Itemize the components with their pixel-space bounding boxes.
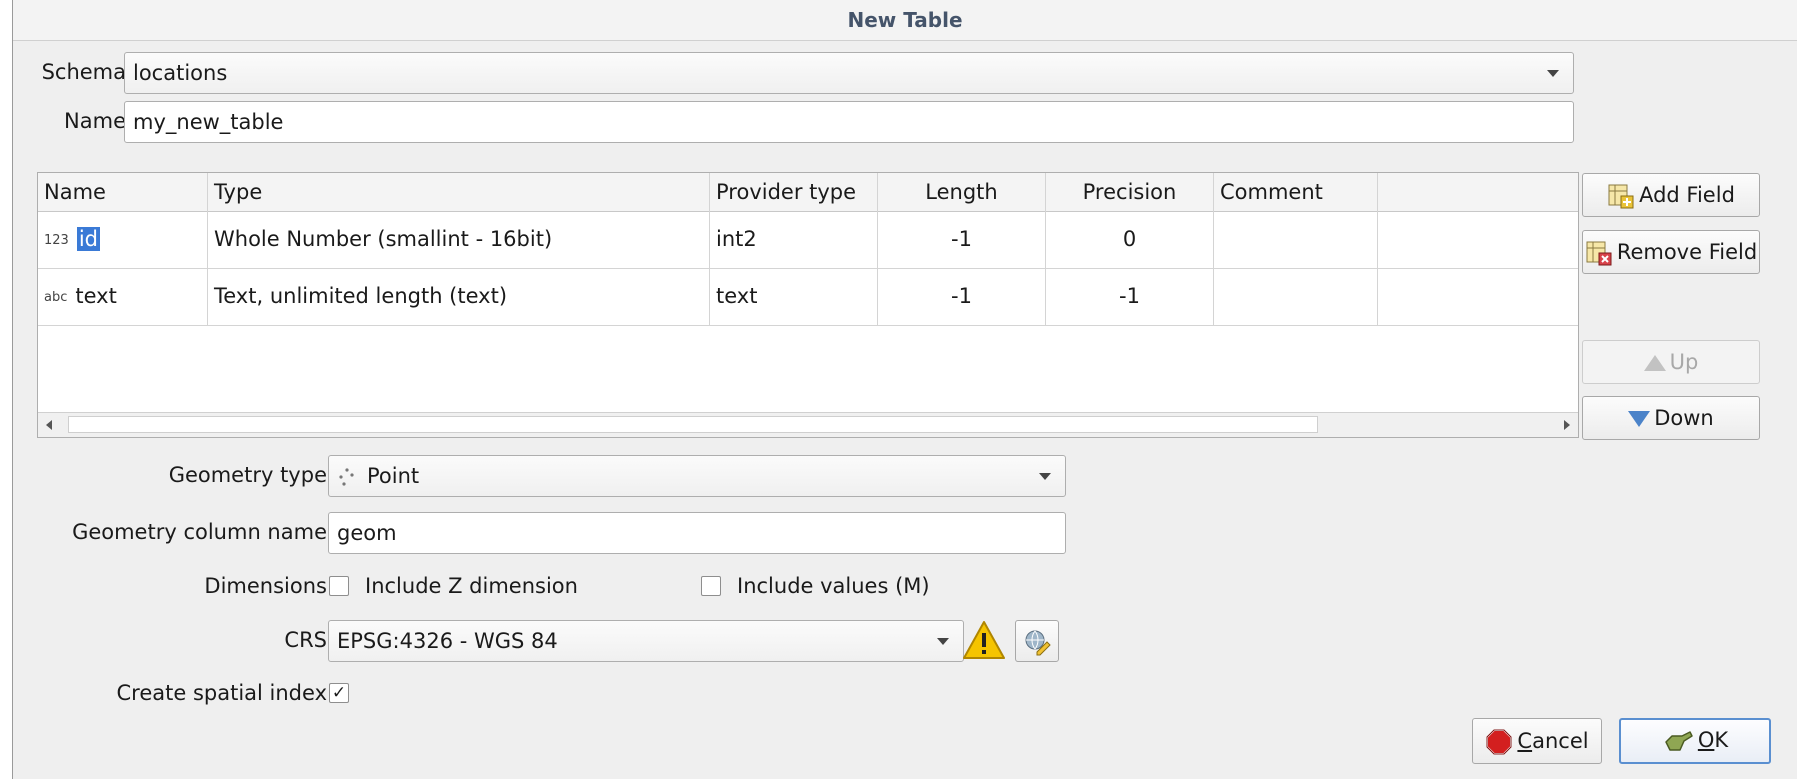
- remove-field-icon: [1586, 241, 1612, 266]
- field-type-cell[interactable]: Text, unlimited length (text): [208, 268, 710, 325]
- include-m-label[interactable]: Include values (M): [737, 566, 930, 606]
- header-type[interactable]: Type: [208, 173, 710, 211]
- down-label: Down: [1654, 406, 1714, 430]
- stop-icon: [1486, 729, 1513, 755]
- window-title: New Table: [13, 0, 1797, 41]
- comment-cell[interactable]: [1214, 211, 1378, 268]
- crs-value: EPSG:4326 - WGS 84: [337, 629, 558, 653]
- add-field-button[interactable]: Add Field: [1582, 173, 1760, 217]
- chevron-down-icon: [937, 638, 949, 645]
- triangle-up-icon: [1643, 355, 1666, 371]
- warning-icon: [963, 621, 1005, 659]
- field-name-value: id: [76, 227, 100, 251]
- provider-type-cell[interactable]: text: [710, 268, 878, 325]
- table-row[interactable]: abc text Text, unlimited length (text) te…: [38, 268, 1578, 326]
- add-field-icon: [1608, 184, 1634, 209]
- dimensions-label: Dimensions: [204, 574, 327, 598]
- include-z-checkbox[interactable]: [329, 576, 349, 596]
- precision-cell[interactable]: -1: [1046, 268, 1214, 325]
- new-table-dialog: New Table Schema locations Name my_new_t…: [12, 0, 1797, 779]
- scroll-right-icon[interactable]: [1564, 420, 1570, 430]
- geometry-column-value: geom: [337, 521, 397, 545]
- geometry-column-input[interactable]: geom: [328, 512, 1066, 554]
- name-label: Name: [64, 109, 126, 133]
- schema-value: locations: [133, 61, 228, 85]
- spatial-index-checkbox[interactable]: ✓: [329, 683, 349, 703]
- field-name-cell[interactable]: abc text: [38, 268, 208, 325]
- down-button[interactable]: Down: [1582, 396, 1760, 440]
- chevron-down-icon: [1039, 473, 1051, 480]
- header-name[interactable]: Name: [38, 173, 208, 211]
- geometry-type-combo[interactable]: Point: [328, 455, 1066, 497]
- remove-field-button[interactable]: Remove Field: [1582, 230, 1760, 274]
- header-length[interactable]: Length: [878, 173, 1046, 211]
- field-name-value: text: [75, 284, 117, 308]
- length-cell[interactable]: -1: [878, 211, 1046, 268]
- length-cell[interactable]: -1: [878, 268, 1046, 325]
- precision-cell[interactable]: 0: [1046, 211, 1214, 268]
- chevron-down-icon: [1547, 70, 1559, 77]
- integer-type-icon: 123: [44, 232, 69, 248]
- comment-cell[interactable]: [1214, 268, 1378, 325]
- globe-icon: [1025, 630, 1051, 656]
- provider-type-cell[interactable]: int2: [710, 211, 878, 268]
- scroll-left-icon[interactable]: [46, 420, 52, 430]
- ok-button[interactable]: OK: [1619, 718, 1771, 764]
- scrollbar-thumb[interactable]: [68, 416, 1318, 433]
- name-value: my_new_table: [133, 110, 284, 134]
- schema-combo[interactable]: locations: [124, 52, 1574, 94]
- field-type-cell[interactable]: Whole Number (smallint - 16bit): [208, 211, 710, 268]
- geometry-type-label: Geometry type: [168, 463, 327, 487]
- remove-field-label: Remove Field: [1616, 240, 1758, 264]
- ok-label: K: [1714, 728, 1729, 752]
- include-m-checkbox[interactable]: [701, 576, 721, 596]
- ok-mnemonic: O: [1697, 728, 1715, 752]
- crs-label: CRS: [284, 628, 327, 652]
- geometry-column-label: Geometry column name: [72, 520, 327, 544]
- cancel-label: ancel: [1532, 729, 1589, 753]
- geometry-type-value: Point: [367, 464, 420, 488]
- triangle-down-icon: [1628, 411, 1651, 427]
- table-row[interactable]: 123 id Whole Number (smallint - 16bit) in…: [38, 211, 1578, 269]
- header-comment[interactable]: Comment: [1214, 173, 1378, 211]
- crs-combo[interactable]: EPSG:4326 - WGS 84: [328, 620, 964, 662]
- point-geometry-icon: [339, 468, 354, 486]
- cancel-mnemonic: C: [1517, 729, 1533, 753]
- text-type-icon: abc: [44, 289, 68, 305]
- schema-label: Schema: [41, 60, 126, 84]
- name-input[interactable]: my_new_table: [124, 101, 1574, 143]
- cancel-button[interactable]: Cancel: [1472, 718, 1602, 764]
- header-provider-type[interactable]: Provider type: [710, 173, 878, 211]
- horizontal-scrollbar[interactable]: [38, 412, 1578, 437]
- up-label: Up: [1669, 350, 1699, 374]
- add-field-label: Add Field: [1639, 183, 1735, 207]
- field-name-cell[interactable]: 123 id: [38, 211, 208, 268]
- up-button[interactable]: Up: [1582, 340, 1760, 384]
- header-precision[interactable]: Precision: [1046, 173, 1214, 211]
- select-crs-button[interactable]: [1015, 620, 1059, 662]
- include-z-label[interactable]: Include Z dimension: [365, 566, 578, 606]
- ok-hand-icon: [1665, 731, 1693, 751]
- table-header: Name Type Provider type Length Precision…: [38, 173, 1578, 212]
- fields-table[interactable]: Name Type Provider type Length Precision…: [37, 172, 1579, 438]
- spatial-index-label: Create spatial index: [116, 681, 328, 705]
